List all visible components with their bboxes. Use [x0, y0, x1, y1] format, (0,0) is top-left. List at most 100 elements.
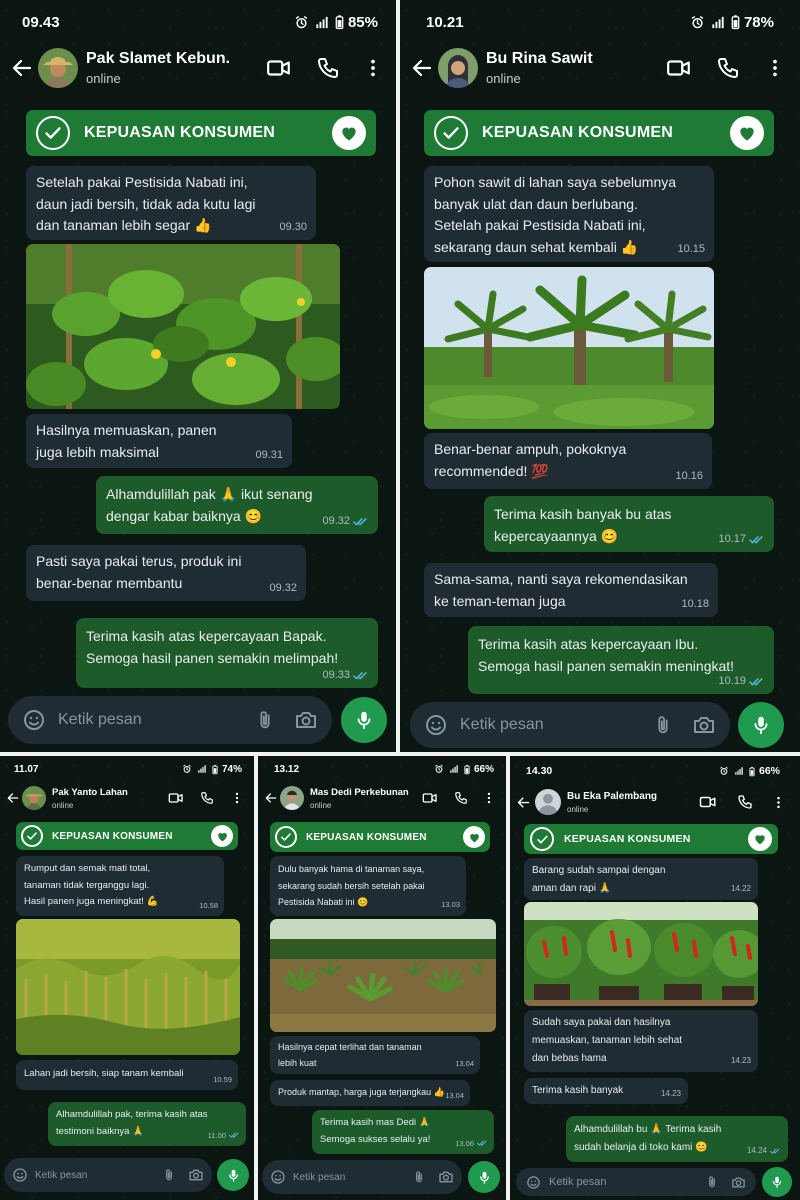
contact-status: online [52, 800, 74, 810]
young-palm-field-photo[interactable] [270, 919, 496, 1032]
contact-avatar[interactable] [280, 786, 304, 810]
camera-icon[interactable] [731, 1175, 746, 1190]
signal-icon [313, 15, 331, 30]
more-options-icon[interactable] [771, 795, 786, 810]
message-incoming[interactable]: Dulu banyak hama di tanaman saya, sekaran… [270, 856, 466, 916]
emoji-icon[interactable] [270, 1169, 286, 1185]
heart-icon [211, 825, 233, 847]
voice-note-button[interactable] [468, 1161, 500, 1193]
message-input-bar[interactable]: Ketik pesan [262, 1160, 462, 1194]
more-options-icon[interactable] [230, 791, 244, 805]
cucumber-plant-photo[interactable] [26, 244, 340, 409]
chat-header: Bu Eka Palembang online [510, 786, 800, 818]
back-arrow-icon[interactable] [410, 56, 434, 80]
voice-note-button[interactable] [341, 697, 387, 743]
attach-icon[interactable] [652, 714, 674, 736]
attach-icon[interactable] [162, 1168, 176, 1182]
camera-icon[interactable] [692, 713, 716, 737]
message-time: 09.32 [322, 514, 350, 527]
video-call-icon[interactable] [168, 790, 184, 806]
back-arrow-icon[interactable] [10, 56, 34, 80]
message-incoming[interactable]: Pohon sawit di lahan saya sebelumnya bany… [424, 166, 714, 262]
banner-title: KEPUASAN KONSUMEN [482, 124, 673, 141]
message-incoming[interactable]: Hasilnya cepat terlihat dan tanaman lebih… [270, 1036, 480, 1074]
voice-note-button[interactable] [762, 1167, 792, 1197]
voice-note-button[interactable] [738, 702, 784, 748]
attach-icon[interactable] [705, 1175, 719, 1189]
check-icon [530, 827, 554, 851]
voice-call-icon[interactable] [316, 56, 340, 80]
message-outgoing[interactable]: Terima kasih mas Dedi 🙏 Semoga sukses sel… [312, 1110, 494, 1154]
voice-call-icon[interactable] [737, 794, 753, 810]
message-input-bar[interactable]: Ketik pesan [410, 702, 730, 748]
more-options-icon[interactable] [482, 791, 496, 805]
contact-avatar[interactable] [38, 48, 78, 88]
camera-icon[interactable] [438, 1169, 454, 1185]
camera-icon[interactable] [188, 1167, 204, 1183]
message-outgoing[interactable]: Alhamdulillah pak 🙏 ikut senang dengar ka… [96, 476, 378, 534]
back-arrow-icon[interactable] [516, 795, 531, 810]
message-incoming[interactable]: Rumput dan semak mati total, tanaman tida… [16, 856, 224, 916]
message-incoming[interactable]: Sudah saya pakai dan hasilnya memuaskan, … [524, 1010, 758, 1072]
message-outgoing[interactable]: Terima kasih atas kepercayaan Bapak. Semo… [76, 618, 378, 688]
message-outgoing[interactable]: Alhamdulillah pak, terima kasih atas test… [48, 1102, 246, 1146]
contact-avatar[interactable] [22, 786, 46, 810]
message-input-bar[interactable]: Ketik pesan [8, 696, 332, 744]
more-options-icon[interactable] [362, 57, 384, 79]
message-incoming[interactable]: Produk mantap, harga juga terjangkau 👍 1… [270, 1080, 470, 1106]
message-time: 14.23 [660, 1088, 681, 1098]
more-options-icon[interactable] [764, 57, 786, 79]
video-call-icon[interactable] [666, 55, 692, 81]
message-input-bar[interactable]: Ketik pesan [4, 1158, 212, 1192]
video-call-icon[interactable] [422, 790, 438, 806]
attach-icon[interactable] [254, 709, 276, 731]
message-incoming[interactable]: Hasilnya memuaskan, panen juga lebih maks… [26, 414, 292, 468]
voice-call-icon[interactable] [716, 56, 740, 80]
rice-field-photo[interactable] [16, 919, 240, 1055]
back-arrow-icon[interactable] [264, 791, 278, 805]
message-outgoing[interactable]: Terima kasih banyak bu atas kepercayaanny… [484, 496, 774, 552]
battery-icon [731, 14, 740, 30]
banner-title: KEPUASAN KONSUMEN [52, 830, 173, 842]
emoji-icon[interactable] [526, 1175, 541, 1190]
message-incoming[interactable]: Barang sudah sampai dengan aman dan rapi … [524, 858, 758, 900]
contact-name: Mas Dedi Perkebunan [310, 786, 409, 798]
message-incoming[interactable]: Lahan jadi bersih, siap tanam kembali 10… [16, 1060, 238, 1090]
message-outgoing[interactable]: Alhamdulillah bu 🙏 Terima kasih sudah bel… [566, 1116, 788, 1162]
message-time: 13.03 [441, 900, 460, 910]
message-incoming[interactable]: Terima kasih banyak 14.23 [524, 1078, 688, 1104]
attach-icon[interactable] [412, 1170, 426, 1184]
camera-icon[interactable] [294, 708, 318, 732]
satisfaction-banner: KEPUASAN KONSUMEN [270, 822, 490, 852]
contact-avatar[interactable] [438, 48, 478, 88]
contact-avatar[interactable] [535, 789, 561, 815]
emoji-icon[interactable] [22, 708, 46, 732]
battery-icon [749, 766, 755, 777]
message-incoming[interactable]: Benar-benar ampuh, pokoknya recommended! … [424, 433, 712, 489]
voice-call-icon[interactable] [454, 791, 468, 805]
emoji-icon[interactable] [12, 1167, 28, 1183]
message-incoming[interactable]: Sama-sama, nanti saya rekomendasikan ke t… [424, 563, 718, 617]
chili-plants-photo[interactable] [524, 902, 758, 1006]
message-input[interactable]: Ketik pesan [35, 1170, 162, 1181]
oil-palm-plantation-photo[interactable] [424, 267, 714, 429]
message-outgoing[interactable]: Terima kasih atas kepercayaan Ibu. Semoga… [468, 626, 774, 694]
message-input-bar[interactable]: Ketik pesan [516, 1168, 756, 1196]
battery-icon [335, 14, 344, 30]
message-input[interactable]: Ketik pesan [549, 1176, 705, 1188]
message-input[interactable]: Ketik pesan [460, 716, 652, 734]
message-time: 10.19 [718, 674, 746, 687]
message-incoming[interactable]: Setelah pakai Pestisida Nabati ini, daun … [26, 166, 316, 240]
voice-call-icon[interactable] [200, 791, 214, 805]
voice-note-button[interactable] [217, 1159, 249, 1191]
emoji-icon[interactable] [424, 713, 448, 737]
read-ticks-icon [477, 1139, 488, 1147]
contact-status: online [567, 804, 589, 814]
heart-icon [332, 116, 366, 150]
video-call-icon[interactable] [699, 793, 717, 811]
back-arrow-icon[interactable] [6, 791, 20, 805]
message-input[interactable]: Ketik pesan [58, 711, 254, 729]
video-call-icon[interactable] [266, 55, 292, 81]
message-incoming[interactable]: Pasti saya pakai terus, produk ini benar-… [26, 545, 306, 601]
message-input[interactable]: Ketik pesan [293, 1172, 412, 1183]
